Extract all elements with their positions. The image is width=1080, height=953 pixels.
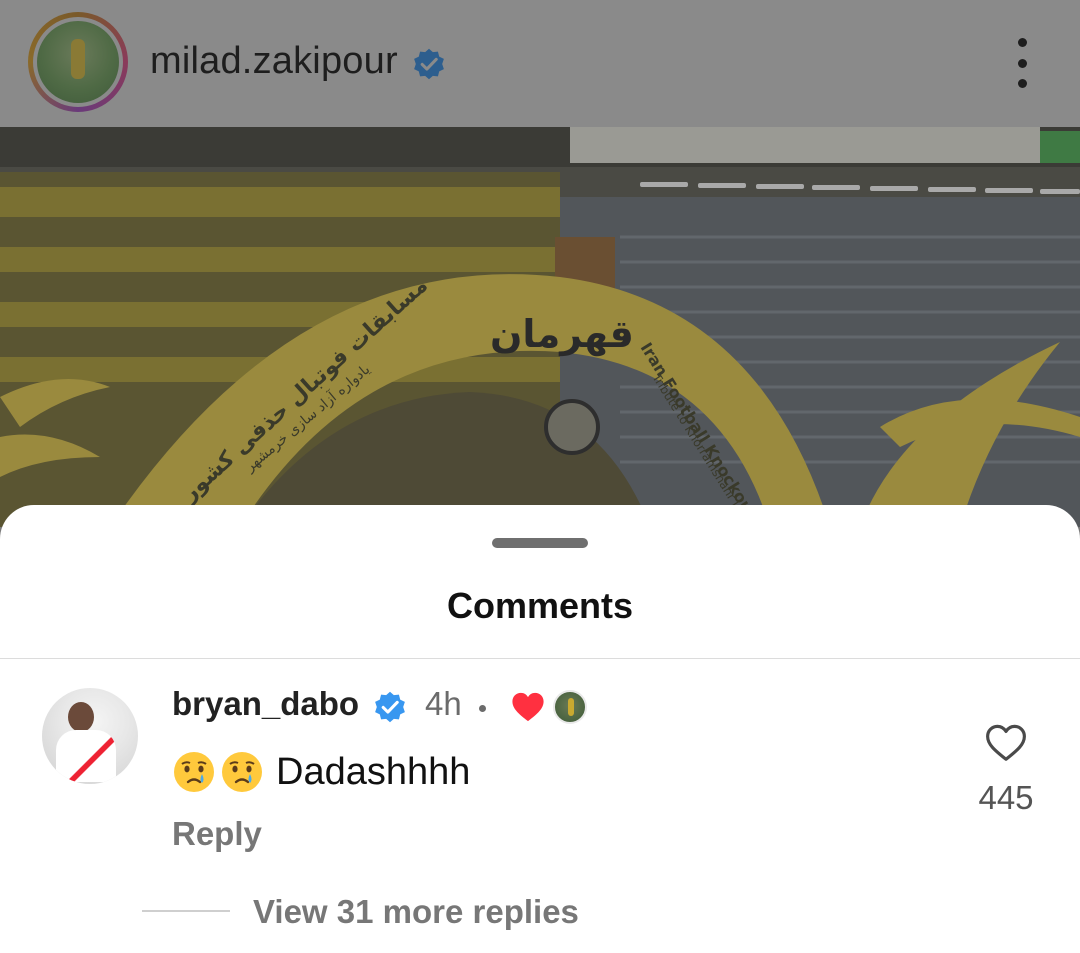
commenter-avatar[interactable] (42, 688, 138, 784)
comment-body: Dadashhhh (276, 750, 471, 793)
crying-face-emoji (174, 752, 214, 792)
sheet-title: Comments (446, 585, 634, 626)
author-username[interactable]: milad.zakipour (150, 40, 398, 83)
comments-sheet: Comments bryan_dabo 4h Dadashhhh Reply 4… (0, 505, 1080, 953)
comment-text: Dadashhhh (172, 750, 470, 794)
divider (0, 658, 1080, 659)
like-count: 445 (978, 779, 1034, 816)
author-avatar[interactable] (28, 12, 128, 112)
sheet-drag-handle[interactable] (492, 538, 588, 548)
more-vertical-icon[interactable] (1002, 38, 1042, 88)
liked-by-author-heart-icon (512, 692, 544, 722)
heart-outline-icon[interactable] (985, 723, 1027, 763)
reply-button[interactable]: Reply (172, 815, 262, 853)
author-mini-avatar (553, 690, 587, 724)
replies-indent-line (142, 910, 230, 912)
view-more-replies-button[interactable]: View 31 more replies (253, 893, 579, 931)
separator-dot (479, 705, 486, 712)
comment-timestamp: 4h (425, 685, 462, 722)
crying-face-emoji (222, 752, 262, 792)
commenter-username[interactable]: bryan_dabo (172, 685, 359, 723)
banner-text: قهرمان (490, 312, 634, 356)
post-header: milad.zakipour (0, 0, 1080, 127)
author-avatar-photo (37, 21, 119, 103)
verified-badge-icon (414, 48, 444, 80)
verified-badge-icon (375, 691, 405, 723)
post-image: قهرمان مسابقات فوتبال حذفی کشور یادواره … (0, 127, 1080, 527)
